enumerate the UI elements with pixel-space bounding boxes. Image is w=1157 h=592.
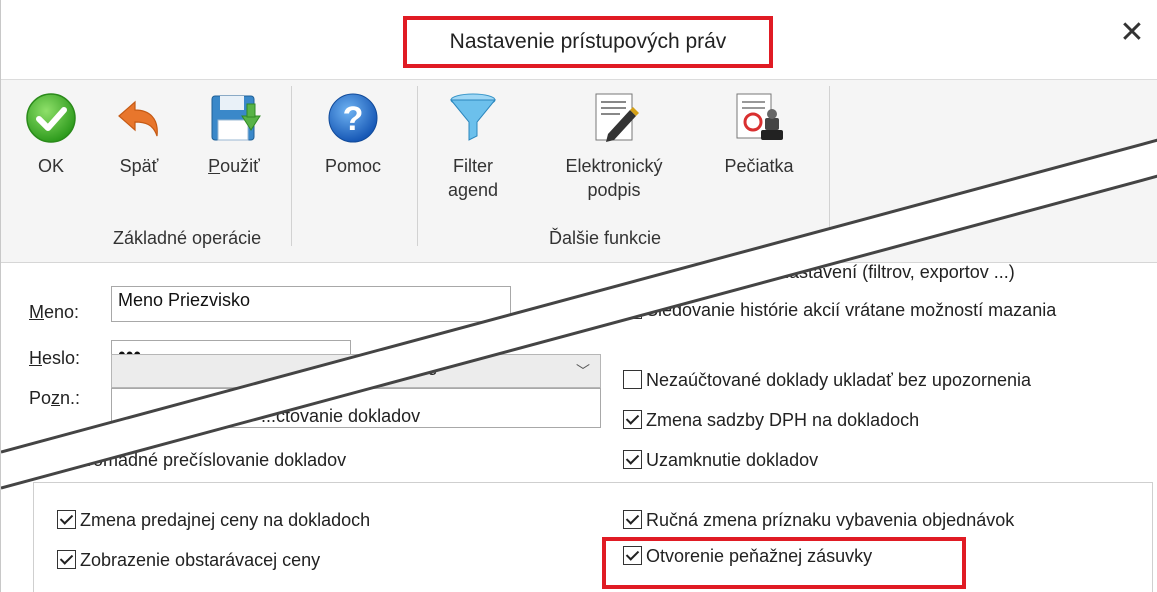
esign-label-1: Elektronický [565, 156, 663, 176]
stamp-icon [736, 93, 783, 140]
undo-arrow-icon [118, 100, 158, 137]
help-label: Pomoc [324, 156, 382, 176]
ribbon-separator [829, 86, 830, 246]
settings-form: Meno: Meno Priezvisko Heslo: ••• voliteľ… [1, 262, 1157, 592]
checkbox-box [51, 450, 70, 469]
checkbox-label: Zobrazenie obstarávacej ceny [80, 550, 321, 570]
checkbox-box [623, 300, 642, 319]
window-title: Nastavenie prístupových práv [403, 16, 773, 68]
filter-label-1: Filter [453, 156, 493, 176]
ribbon-separator [417, 86, 418, 246]
checkbox-label: Sledovanie histórie akcií vrátane možnos… [646, 300, 1057, 320]
close-icon[interactable]: ✕ [1116, 18, 1148, 50]
chevron-down-icon: ﹀ [576, 363, 590, 379]
checkbox-sale-price[interactable]: Zmena predajnej ceny na dokladoch [57, 510, 370, 531]
svg-text:?: ? [343, 100, 364, 138]
checkbox-box [57, 550, 76, 569]
access-level-select[interactable]: voliteľne ﹀ [111, 354, 601, 388]
checkbox-left-1[interactable]: ...čtovanie dokladov [261, 406, 420, 427]
ok-label: OK [37, 156, 64, 176]
checkbox-mass-renumber[interactable]: Hromadné prečíslovanie dokladov [51, 450, 346, 471]
checkbox-lock-docs[interactable]: Uzamknutie dokladov [623, 450, 818, 471]
checkbox-box [623, 410, 642, 429]
ok-button[interactable]: OK [23, 90, 79, 178]
apply-label: Použiť [208, 156, 260, 176]
dialog-window: Nastavenie prístupových práv ✕ OK Späť P… [0, 0, 1157, 592]
checkbox-vat-rate[interactable]: Zmena sadzby DPH na dokladoch [623, 410, 919, 431]
checkbox-label: Ručná zmena príznaku vybavenia objednávo… [646, 510, 1015, 530]
electronic-signature-button[interactable]: Elektronický podpis [549, 90, 679, 202]
filter-agend-button[interactable]: Filter agend [437, 90, 509, 202]
name-label: Meno: [29, 302, 80, 322]
checkbox-box [57, 510, 76, 529]
stamp-button[interactable]: Pečiatka [709, 90, 809, 178]
funnel-icon [449, 93, 497, 141]
checkbox-purchase-price[interactable]: Zobrazenie obstarávacej ceny [57, 550, 320, 571]
ribbon-separator [291, 86, 292, 246]
checkbox-box [623, 510, 642, 529]
checkbox-history-tracking[interactable]: Sledovanie histórie akcií vrátane možnos… [623, 300, 1056, 321]
checkbox-label: ...čtovanie dokladov [261, 406, 421, 426]
checkbox-order-status[interactable]: Ručná zmena príznaku vybavenia objednávo… [623, 510, 1014, 531]
checkbox-unposted-docs[interactable]: Nezaúčtované doklady ukladať bez upozorn… [623, 370, 1031, 391]
cash-drawer-box [602, 537, 966, 589]
options-frame [33, 482, 1153, 592]
save-icon [211, 95, 261, 141]
group-label-basic: Základné operácie [113, 228, 262, 248]
signature-icon [595, 93, 639, 142]
note-label: Pozn.: [29, 388, 81, 408]
partial-setting-text: ...ných nastavení (filtrov, exportov ...… [721, 262, 1015, 282]
checkbox-box [623, 450, 642, 469]
apply-button[interactable]: Použiť [197, 90, 271, 178]
back-label: Späť [119, 156, 159, 176]
checkbox-label: Zmena sadzby DPH na dokladoch [646, 410, 920, 430]
help-button[interactable]: ? Pomoc [313, 90, 393, 178]
checkbox-box [623, 370, 642, 389]
check-circle-icon [26, 93, 76, 143]
stamp-label: Pečiatka [724, 156, 794, 176]
checkbox-label: Uzamknutie dokladov [646, 450, 819, 470]
title-bar: Nastavenie prístupových práv ✕ [1, 0, 1157, 80]
back-button[interactable]: Späť [111, 90, 167, 178]
checkbox-label: Zmena predajnej ceny na dokladoch [80, 510, 371, 530]
ribbon-toolbar: OK Späť Použiť ? Pomoc Filter agend Elek… [1, 80, 1157, 263]
checkbox-label: Hromadné prečíslovanie dokladov [74, 450, 347, 470]
help-icon: ? [328, 93, 378, 143]
password-label: Heslo: [29, 348, 81, 368]
group-label-other: Ďalšie funkcie [549, 228, 662, 248]
checkbox-label: Nezaúčtované doklady ukladať bez upozorn… [646, 370, 1032, 390]
name-field[interactable]: Meno Priezvisko [111, 286, 511, 322]
esign-label-2: podpis [587, 180, 641, 200]
filter-label-2: agend [447, 180, 499, 200]
select-value: voliteľne [370, 359, 438, 379]
